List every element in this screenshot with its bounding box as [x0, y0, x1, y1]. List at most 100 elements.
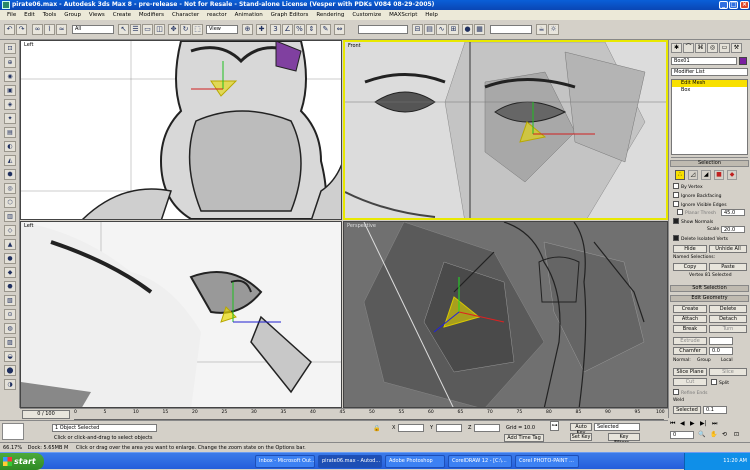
z-coord-field[interactable] [474, 424, 500, 432]
selection-filter-dropdown[interactable]: All [72, 25, 114, 34]
tool-6-icon[interactable]: ✦ [4, 113, 16, 124]
bind-space-warp-icon[interactable]: ≈ [56, 24, 67, 35]
edge-icon[interactable]: ◿ [688, 170, 698, 180]
tool-10-icon[interactable]: ⬢ [4, 169, 16, 180]
select-scale-icon[interactable]: ⬚ [192, 24, 203, 35]
quick-render-icon[interactable]: ☕ [536, 24, 547, 35]
attach-button[interactable]: Attach [673, 315, 707, 323]
group-radio[interactable]: Group [697, 358, 711, 363]
rect-selection-icon[interactable]: ▭ [142, 24, 153, 35]
pan-icon[interactable]: ✋ [710, 431, 717, 438]
render-type-dropdown[interactable] [490, 25, 532, 34]
named-selection-icon[interactable]: ✎ [320, 24, 331, 35]
slice-button[interactable]: Slice [709, 368, 747, 376]
tool-22-icon[interactable]: ▨ [4, 337, 16, 348]
task-photoshop[interactable]: Adobe Photoshop [385, 455, 445, 468]
orbit-icon[interactable]: ⟲ [722, 431, 727, 438]
menu-views[interactable]: Views [86, 10, 108, 20]
detach-button[interactable]: Detach [709, 315, 747, 323]
link-icon[interactable]: ∞ [32, 24, 43, 35]
reference-coord-dropdown[interactable]: View [206, 25, 238, 34]
material-editor-icon[interactable]: ● [462, 24, 473, 35]
curve-editor-icon[interactable]: ∿ [436, 24, 447, 35]
set-key-button[interactable]: Set Key [570, 433, 592, 441]
ignore-backfacing-checkbox[interactable]: Ignore Backfacing [673, 192, 721, 200]
lock-icon[interactable]: 🔒 [373, 425, 380, 432]
tool-5-icon[interactable]: ◈ [4, 99, 16, 110]
tool-21-icon[interactable]: ◍ [4, 323, 16, 334]
tool-24-icon[interactable]: ⬤ [4, 365, 16, 376]
viewport-label[interactable]: Left [24, 42, 33, 48]
viewport-left-top[interactable]: Left [20, 40, 342, 220]
play-icon[interactable]: ▶ [690, 420, 695, 427]
create-button[interactable]: Create [673, 305, 707, 313]
spinner-snap-icon[interactable]: ⇕ [306, 24, 317, 35]
selection-rollout-header[interactable]: Selection [670, 160, 749, 167]
tool-17-icon[interactable]: ◆ [4, 267, 16, 278]
menu-create[interactable]: Create [110, 10, 134, 20]
prev-frame-icon[interactable]: ◀ [680, 420, 685, 427]
schematic-view-icon[interactable]: ⊞ [448, 24, 459, 35]
edit-geometry-rollout-header[interactable]: Edit Geometry [670, 295, 749, 302]
window-crossing-icon[interactable]: ◫ [154, 24, 165, 35]
tool-16-icon[interactable]: ● [4, 253, 16, 264]
time-slider[interactable]: 0 / 100 [22, 410, 70, 419]
copy-button[interactable]: Copy [673, 263, 707, 271]
unhide-all-button[interactable]: Unhide All [709, 245, 747, 253]
tool-18-icon[interactable]: ⬣ [4, 281, 16, 292]
hierarchy-tab-icon[interactable]: ⌘ [695, 43, 706, 53]
modify-tab-icon[interactable]: ⌒ [683, 43, 694, 53]
face-icon[interactable]: ◢ [701, 170, 711, 180]
delete-isolated-checkbox[interactable]: Delete Isolated Verts [673, 235, 728, 243]
tool-12-icon[interactable]: ⬡ [4, 197, 16, 208]
by-vertex-checkbox[interactable]: By Vertex [673, 183, 703, 191]
maxscript-listener[interactable] [2, 423, 24, 440]
tool-23-icon[interactable]: ◒ [4, 351, 16, 362]
refine-ends-checkbox[interactable]: Refine Ends [673, 389, 707, 397]
minimize-button[interactable]: _ [719, 1, 728, 9]
maximize-button[interactable]: □ [729, 1, 738, 9]
menu-file[interactable]: File [4, 10, 19, 20]
render-scene-icon[interactable]: ▦ [474, 24, 485, 35]
select-move-icon[interactable]: ✥ [168, 24, 179, 35]
menu-tools[interactable]: Tools [40, 10, 60, 20]
extrude-button[interactable]: Extrude [673, 337, 707, 345]
break-button[interactable]: Break [673, 325, 707, 333]
tool-20-icon[interactable]: ⊙ [4, 309, 16, 320]
viewport-label[interactable]: Perspective [347, 223, 376, 229]
paste-button[interactable]: Paste [709, 263, 747, 271]
element-icon[interactable]: ◆ [727, 170, 737, 180]
go-start-icon[interactable]: ⏮ [670, 420, 675, 428]
timeline-ruler[interactable]: 0 5 10 15 20 25 30 35 40 45 50 55 60 65 70 75 80 85 90 95 10… [74, 410, 665, 420]
scale-field[interactable]: 20.0 [721, 226, 745, 233]
task-photo-paint[interactable]: Corel PHOTO-PAINT ... [515, 455, 579, 468]
percent-snap-icon[interactable]: % [294, 24, 305, 35]
x-coord-field[interactable] [398, 424, 424, 432]
slice-plane-button[interactable]: Slice Plane [673, 368, 707, 376]
tool-25-icon[interactable]: ◑ [4, 379, 16, 390]
menu-animation[interactable]: Animation [232, 10, 266, 20]
angle-snap-icon[interactable]: ∠ [282, 24, 293, 35]
key-filters-button[interactable]: Key Filters... [608, 433, 640, 446]
planar-thresh-field[interactable]: 45.0 [721, 209, 745, 216]
menu-edit[interactable]: Edit [21, 10, 38, 20]
pivot-center-icon[interactable]: ⊕ [242, 24, 253, 35]
timeline[interactable]: 0 / 100 0 5 10 15 20 25 30 35 40 45 50 55 60 65 70 75 80… [20, 408, 668, 420]
tool-1-icon[interactable]: ⊡ [4, 43, 16, 54]
tool-2-icon[interactable]: ⊕ [4, 57, 16, 68]
auto-key-button[interactable]: Auto Key [570, 423, 592, 436]
mirror-icon[interactable]: ⇔ [334, 24, 345, 35]
object-name-field[interactable]: Box01 [671, 57, 737, 65]
current-frame-field[interactable]: 0 [670, 431, 694, 439]
tool-15-icon[interactable]: ▲ [4, 239, 16, 250]
tool-19-icon[interactable]: ▧ [4, 295, 16, 306]
menu-help[interactable]: Help [422, 10, 441, 20]
tool-4-icon[interactable]: ▣ [4, 85, 16, 96]
polygon-icon[interactable]: ■ [714, 170, 724, 180]
vertex-icon[interactable]: ∴ [675, 170, 685, 180]
align-icon[interactable]: ⊟ [412, 24, 423, 35]
tool-14-icon[interactable]: ◇ [4, 225, 16, 236]
tool-11-icon[interactable]: ◎ [4, 183, 16, 194]
turn-button[interactable]: Turn [709, 325, 747, 333]
close-button[interactable]: × [740, 1, 749, 9]
